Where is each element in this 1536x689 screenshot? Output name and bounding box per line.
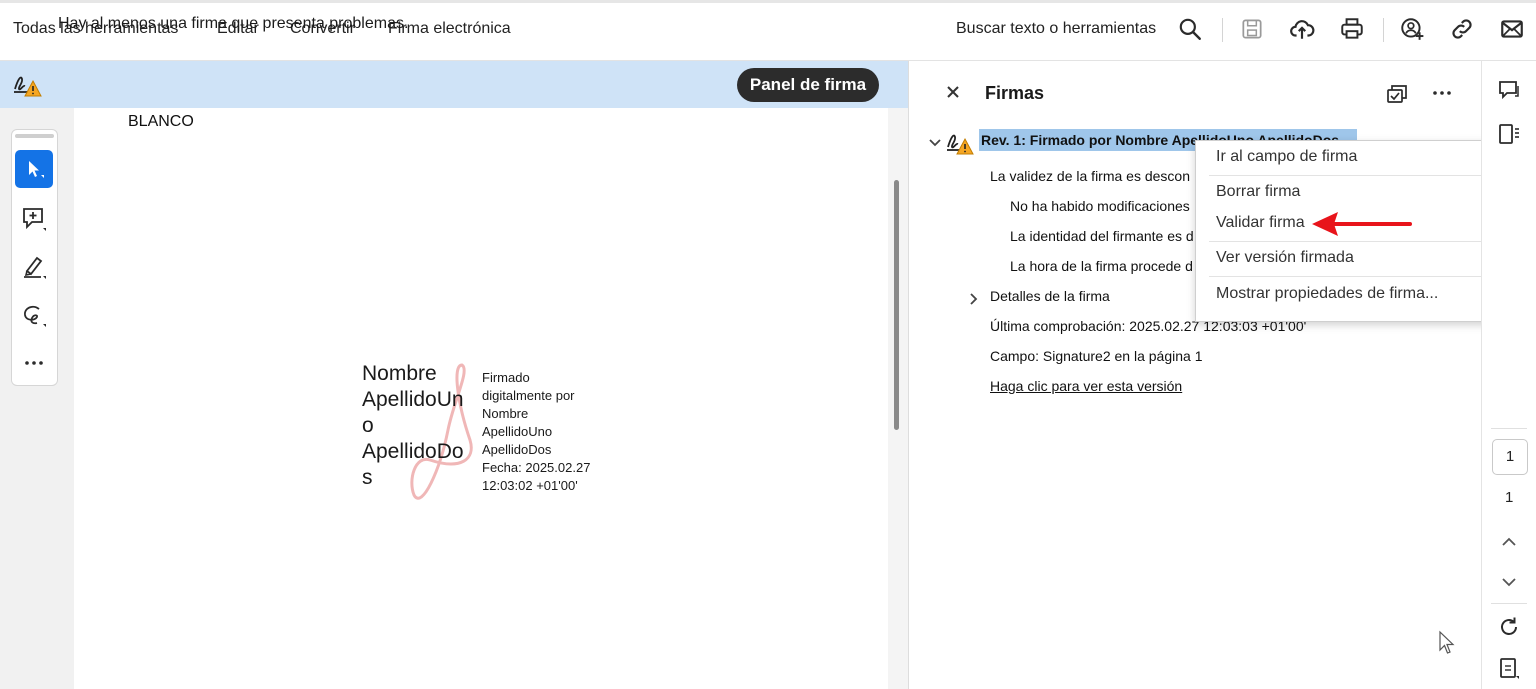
signature-name-line: o xyxy=(362,414,374,437)
save-icon[interactable] xyxy=(1239,16,1265,42)
rail-separator xyxy=(1491,603,1527,604)
select-tool-button[interactable] xyxy=(15,150,53,188)
validity-status[interactable]: La validez de la firma es descon xyxy=(990,168,1190,184)
banner-message: Hay al menos una firma que presenta prob… xyxy=(58,15,409,32)
search-icon[interactable] xyxy=(1177,16,1203,42)
signature-detail-line: ApellidoUno xyxy=(482,424,553,439)
signature-name-line: s xyxy=(362,466,373,489)
check-signing-time[interactable]: La hora de la firma procede d xyxy=(1010,258,1193,274)
signature-detail-line: Firmado xyxy=(482,370,530,385)
rotate-icon[interactable] xyxy=(1497,615,1521,639)
more-tools-icon[interactable] xyxy=(19,348,49,378)
freehand-draw-icon[interactable] xyxy=(19,300,49,330)
annotation-arrow-icon xyxy=(1312,212,1412,236)
right-tool-rail xyxy=(1481,61,1536,689)
document-scrollbar-thumb[interactable] xyxy=(894,180,899,430)
panel-title: Firmas xyxy=(985,83,1045,103)
signature-name-line: ApellidoDo xyxy=(362,440,464,463)
link-icon[interactable] xyxy=(1449,16,1475,42)
menu-item-clear-signature[interactable]: Borrar firma xyxy=(1216,183,1300,201)
comments-icon[interactable] xyxy=(1497,78,1521,102)
share-user-icon[interactable] xyxy=(1399,16,1425,42)
toolbar-separator xyxy=(1383,18,1384,42)
signature-name-line: ApellidoUn xyxy=(362,388,464,411)
close-icon[interactable] xyxy=(945,84,961,100)
menu-item-show-signature-properties[interactable]: Mostrar propiedades de firma... xyxy=(1216,285,1438,303)
add-comment-icon[interactable] xyxy=(19,204,49,234)
signature-warning-icon xyxy=(14,76,42,97)
menu-separator xyxy=(1209,276,1522,277)
chevron-down-icon[interactable] xyxy=(1497,570,1521,594)
page-display-icon[interactable] xyxy=(1497,656,1521,680)
signature-detail-line: digitalmente por xyxy=(482,388,575,403)
toolbar-separator xyxy=(1222,18,1223,42)
menu-separator xyxy=(1209,241,1522,242)
check-signer-identity[interactable]: La identidad del firmante es d xyxy=(1010,228,1194,244)
search-tools-label[interactable]: Buscar texto o herramientas xyxy=(956,20,1156,38)
menu-separator xyxy=(1209,175,1522,176)
menu-item-go-to-field[interactable]: Ir al campo de firma xyxy=(1216,148,1357,166)
toolbox-drag-handle[interactable] xyxy=(15,134,54,138)
check-no-modifications[interactable]: No ha habido modificaciones xyxy=(1010,198,1190,214)
chevron-up-icon[interactable] xyxy=(1497,530,1521,554)
rail-separator xyxy=(1491,428,1527,429)
current-page-input[interactable]: 1 xyxy=(1492,439,1528,475)
chevron-right-icon[interactable] xyxy=(966,291,982,307)
more-options-icon[interactable] xyxy=(1430,84,1454,102)
signature-detail-line: 12:03:02 +01'00' xyxy=(482,478,578,493)
cloud-upload-icon[interactable] xyxy=(1289,16,1315,42)
signature-warning-icon xyxy=(947,134,974,155)
document-page xyxy=(74,108,888,689)
signature-panel-button[interactable]: Panel de firma xyxy=(737,68,879,102)
chevron-down-icon[interactable] xyxy=(927,135,943,151)
total-pages: 1 xyxy=(1505,489,1514,506)
menu-item-view-signed-version[interactable]: Ver versión firmada xyxy=(1216,249,1354,267)
view-version-link[interactable]: Haga clic para ver esta versión xyxy=(990,378,1182,394)
page-thumbnails-icon[interactable] xyxy=(1497,122,1521,146)
field-info: Campo: Signature2 en la página 1 xyxy=(990,348,1203,364)
menu-item-validate-signature[interactable]: Validar firma xyxy=(1216,214,1305,232)
signature-detail-line: Fecha: 2025.02.27 xyxy=(482,460,591,475)
mouse-cursor-icon xyxy=(1439,630,1455,654)
highlight-pen-icon[interactable] xyxy=(19,252,49,282)
signature-details-node[interactable]: Detalles de la firma xyxy=(990,288,1110,304)
cursor-arrow-icon xyxy=(29,161,44,178)
signature-detail-line: Nombre xyxy=(482,406,529,421)
signature-name-line: Nombre xyxy=(362,362,437,385)
signature-details-block: Firmado digitalmente por Nombre Apellido… xyxy=(482,369,602,495)
signature-detail-line: ApellidoDos xyxy=(482,442,552,457)
print-icon[interactable] xyxy=(1339,16,1365,42)
signature-name-block: Nombre ApellidoUn o ApellidoDo s xyxy=(362,361,464,491)
document-text: BLANCO xyxy=(128,113,194,130)
mail-icon[interactable] xyxy=(1499,16,1525,42)
validate-all-icon[interactable] xyxy=(1385,82,1411,106)
